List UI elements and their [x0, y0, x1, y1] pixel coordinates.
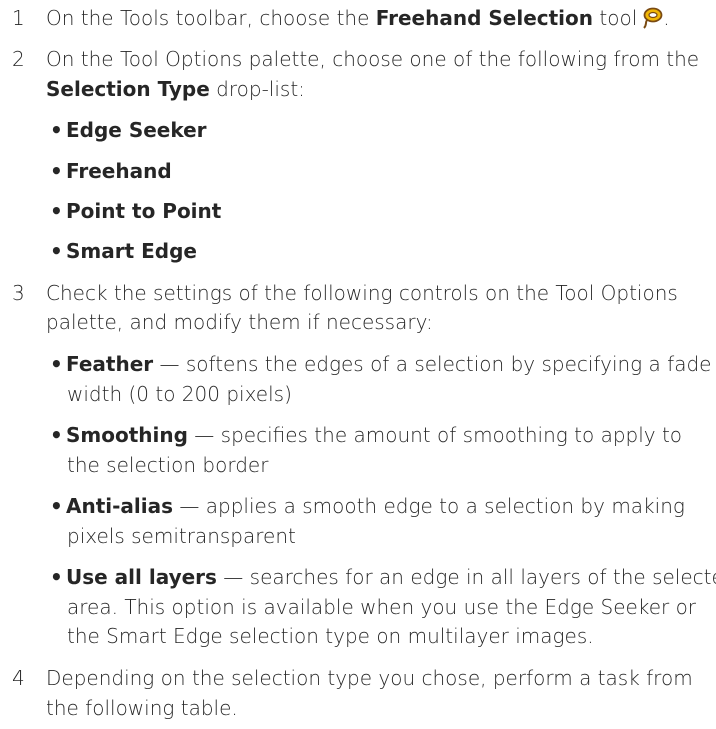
control-name: Use all layers — [66, 565, 217, 589]
step-text-after: tool — [593, 6, 638, 30]
control-name: Smoothing — [66, 423, 188, 447]
control-description-line-2: the selection border — [67, 453, 269, 477]
lasso-icon — [641, 7, 663, 29]
option-freehand: • Freehand — [50, 156, 716, 186]
bullet-dot: • — [50, 494, 63, 518]
bullet-dot: • — [50, 239, 63, 263]
control-name: Anti-alias — [66, 494, 174, 518]
bullet-dot: • — [50, 118, 63, 142]
bullet-dot: • — [50, 565, 63, 589]
freehand-selection-keyword: Freehand Selection — [375, 6, 594, 30]
step-text-line-2: palette, and modify them if necessary: — [46, 310, 433, 334]
step-number: 1 — [12, 6, 25, 30]
step-number: 3 — [12, 281, 25, 305]
step-text-end: . — [663, 6, 670, 30]
control-description-line-3: the Smart Edge selection type on multila… — [67, 624, 594, 648]
bullet-dot: • — [50, 159, 63, 183]
control-anti-alias: • Anti-alias — applies a smooth edge to a… — [50, 491, 716, 521]
control-description: — applies a smooth edge to a selection b… — [173, 494, 685, 518]
bullet-dot: • — [50, 199, 63, 223]
control-feather: • Feather — softens the edges of a select… — [50, 349, 716, 379]
step-number: 4 — [12, 666, 25, 690]
step-text-line-2: Selection Type drop-list: — [46, 74, 716, 104]
procedure-document: 1 On the Tools toolbar, choose the Freeh… — [0, 0, 716, 729]
control-description: — softens the edges of a selection by sp… — [153, 352, 712, 376]
control-description-line-2: pixels semitransparent — [67, 524, 296, 548]
option-label: Smart Edge — [66, 239, 197, 263]
control-description-line-2: width (0 to 200 pixels) — [67, 382, 292, 406]
step-text-line-1: Depending on the selection type you chos… — [46, 666, 693, 690]
step-text: On the Tools toolbar, choose the Freehan… — [46, 3, 716, 33]
step-text-after: drop-list: — [209, 77, 305, 101]
option-edge-seeker: • Edge Seeker — [50, 115, 716, 145]
option-label: Freehand — [66, 159, 172, 183]
option-smart-edge: • Smart Edge — [50, 236, 716, 266]
step-text-line-1: On the Tool Options palette, choose one … — [46, 47, 700, 71]
control-smoothing: • Smoothing — specifies the amount of smo… — [50, 420, 716, 450]
selection-type-keyword: Selection Type — [46, 77, 210, 101]
step-number: 2 — [12, 47, 25, 71]
step-text-line-1: Check the settings of the following cont… — [46, 281, 678, 305]
step-text-before: On the Tools toolbar, choose the — [46, 6, 376, 30]
control-use-all-layers: • Use all layers — searches for an edge i… — [50, 562, 716, 592]
option-label: Edge Seeker — [66, 118, 207, 142]
control-name: Feather — [66, 352, 154, 376]
control-description-line-2: area. This option is available when you … — [67, 595, 697, 619]
bullet-dot: • — [50, 423, 63, 447]
control-description: — specifies the amount of smoothing to a… — [187, 423, 683, 447]
option-point-to-point: • Point to Point — [50, 196, 716, 226]
step-text-line-2: the following table. — [46, 696, 238, 720]
bullet-dot: • — [50, 352, 63, 376]
option-label: Point to Point — [66, 199, 222, 223]
control-description: — searches for an edge in all layers of … — [216, 565, 716, 589]
